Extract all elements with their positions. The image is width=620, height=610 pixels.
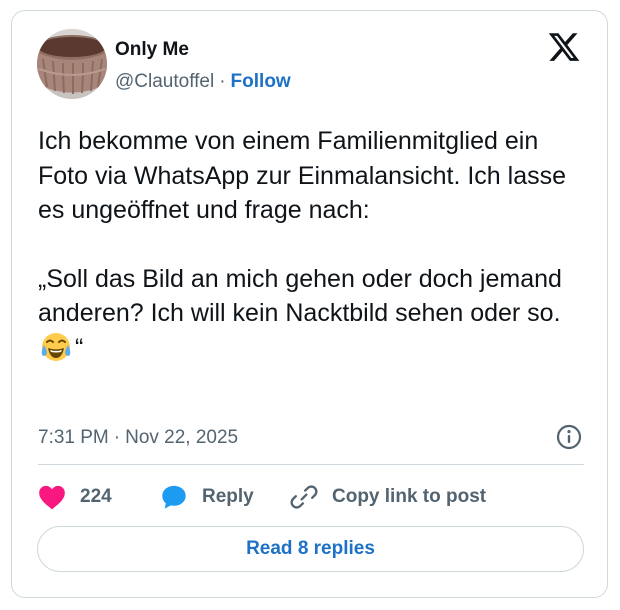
handle-row: @Clautoffel · Follow [115,71,291,93]
tweet-paragraph-1: Ich bekomme von einem Familienmitglied e… [38,127,567,224]
link-icon [290,483,318,511]
speech-bubble-icon [160,483,188,511]
tweet-closing-quote: “ [75,333,84,362]
copy-link-button[interactable]: Copy link to post [290,480,486,514]
tweet-paragraph-2-text: „Soll das Bild an mich gehen oder doch j… [38,264,562,328]
divider [38,464,584,465]
tweet-date: Nov 22, 2025 [125,427,239,448]
like-button[interactable]: 224 [38,480,112,514]
tweet-card: Only Me @Clautoffel · Follow Ich bekomme v… [11,10,608,598]
heart-icon [38,484,66,510]
face-with-tears-of-joy-emoji [40,331,72,363]
copy-link-label: Copy link to post [332,486,487,507]
x-logo-icon[interactable] [547,30,581,64]
timestamp-separator: · [113,427,121,448]
display-name[interactable]: Only Me [115,39,189,61]
follow-button[interactable]: Follow [231,71,291,92]
info-icon[interactable] [555,423,583,451]
timestamp[interactable]: 7:31 PM · Nov 22, 2025 [38,427,238,449]
reply-button[interactable]: Reply [160,480,254,514]
tweet-text: Ich bekomme von einem Familienmitglied e… [38,124,593,365]
user-handle[interactable]: @Clautoffel [115,71,214,92]
reply-label: Reply [202,486,254,507]
tweet-time: 7:31 PM [38,427,109,448]
tweet-paragraph-2: „Soll das Bild an mich gehen oder doch j… [38,262,593,366]
read-replies-label: Read 8 replies [246,538,375,559]
like-count: 224 [80,486,112,507]
bowl-photo-avatar [37,29,107,99]
avatar[interactable] [37,29,107,99]
handle-separator: · [219,71,226,92]
read-replies-button[interactable]: Read 8 replies [37,526,584,572]
